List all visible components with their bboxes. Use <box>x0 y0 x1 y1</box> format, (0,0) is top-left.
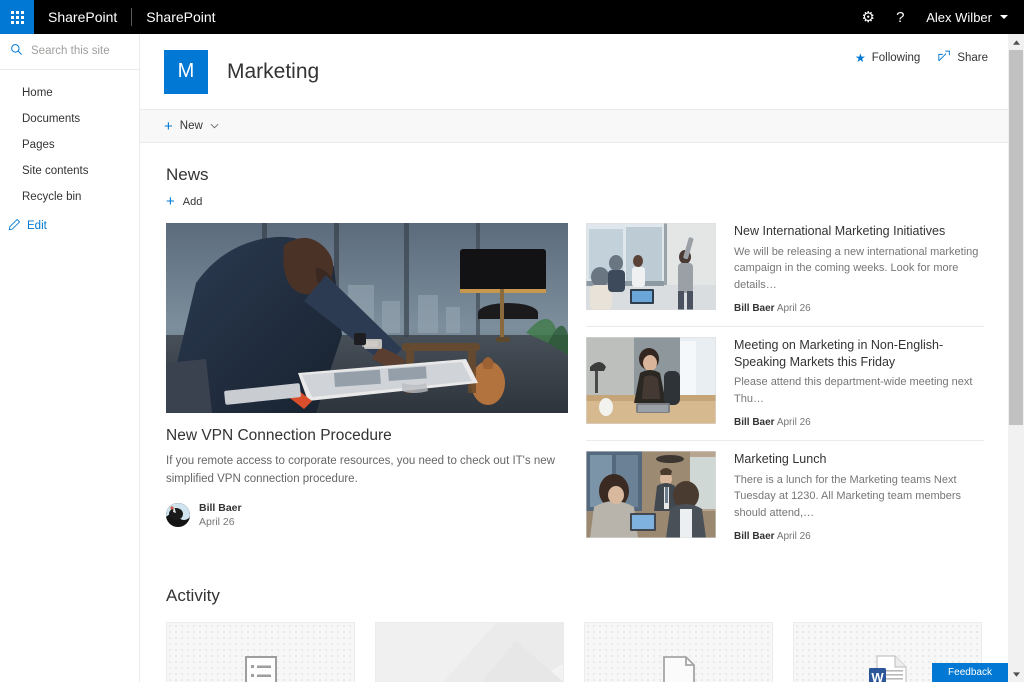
list-document-icon <box>245 656 277 682</box>
pencil-icon <box>8 218 21 234</box>
sharepoint-site-page: SharePoint SharePoint ⚙ ? Alex Wilber Ho… <box>0 0 1024 682</box>
byline-text: Bill Baer April 26 <box>199 501 242 529</box>
activity-tile[interactable] <box>584 622 773 682</box>
site-navigation: Home Documents Pages Site contents Recyc… <box>0 34 140 682</box>
news-section: News + Add <box>166 165 984 554</box>
avatar <box>166 503 190 527</box>
featured-news-title: New VPN Connection Procedure <box>166 427 568 445</box>
news-thumbnail <box>586 337 716 424</box>
activity-section: Activity <box>166 586 984 682</box>
sidebar-item-pages[interactable]: Pages <box>0 132 139 158</box>
svg-text:W: W <box>871 669 884 682</box>
news-item-description: We will be releasing a new international… <box>734 244 984 294</box>
author-name: Bill Baer <box>199 501 242 515</box>
plus-icon: + <box>166 194 175 209</box>
news-item-title: Marketing Lunch <box>734 451 984 468</box>
share-button[interactable]: Share <box>938 50 988 65</box>
site-header-actions: ★ Following Share <box>855 50 988 65</box>
suite-brand-primary[interactable]: SharePoint <box>34 0 131 34</box>
suite-brand-secondary[interactable]: SharePoint <box>132 0 229 34</box>
featured-news-byline: Bill Baer April 26 <box>166 501 568 529</box>
news-item-meta: Bill Baer April 26 <box>734 417 984 428</box>
author-name: Bill Baer <box>734 303 775 314</box>
news-thumbnail <box>586 451 716 538</box>
activity-tile[interactable]: S <box>375 622 564 682</box>
news-item-meta: Bill Baer April 26 <box>734 303 984 314</box>
author-name: Bill Baer <box>734 417 775 428</box>
word-document-icon: W <box>869 655 907 682</box>
feedback-button[interactable]: Feedback <box>932 663 1008 682</box>
news-heading: News <box>166 165 984 185</box>
publish-date: April 26 <box>777 417 811 428</box>
publish-date: April 26 <box>777 303 811 314</box>
add-news-label: Add <box>183 196 203 208</box>
activity-tile[interactable] <box>166 622 355 682</box>
search-box[interactable] <box>0 42 139 70</box>
activity-grid: S <box>166 622 984 682</box>
page-content: News + Add <box>140 143 1008 682</box>
news-thumbnail <box>586 223 716 310</box>
sidebar-item-home[interactable]: Home <box>0 80 139 106</box>
news-item-title: New International Marketing Initiatives <box>734 223 984 240</box>
news-item-meta: Bill Baer April 26 <box>734 531 984 542</box>
news-item-title: Meeting on Marketing in Non-English-Spea… <box>734 337 984 370</box>
featured-news-card[interactable]: New VPN Connection Procedure If you remo… <box>166 223 568 554</box>
author-name: Bill Baer <box>734 531 775 542</box>
scroll-up-arrow[interactable] <box>1008 34 1024 50</box>
new-button[interactable]: + New <box>164 119 219 134</box>
suite-bar: SharePoint SharePoint ⚙ ? Alex Wilber <box>0 0 1024 34</box>
chevron-down-icon <box>1000 15 1008 19</box>
news-grid: New VPN Connection Procedure If you remo… <box>166 223 984 554</box>
search-input[interactable] <box>31 45 131 57</box>
user-menu[interactable]: Alex Wilber <box>916 10 1014 25</box>
add-news-button[interactable]: + Add <box>166 194 984 209</box>
command-bar: + New <box>140 109 1008 143</box>
news-list-item[interactable]: New International Marketing Initiatives … <box>586 223 984 327</box>
app-launcher-button[interactable] <box>0 0 34 34</box>
sidebar-item-documents[interactable]: Documents <box>0 106 139 132</box>
plus-icon: + <box>164 119 173 134</box>
news-item-description: Please attend this department-wide meeti… <box>734 374 984 407</box>
search-icon <box>10 43 23 58</box>
sidebar-item-site-contents[interactable]: Site contents <box>0 158 139 184</box>
blank-page-icon <box>663 656 695 682</box>
page-title: Marketing <box>227 60 319 84</box>
following-button[interactable]: ★ Following <box>855 51 920 65</box>
site-header: M Marketing ★ Following Share <box>140 34 1008 109</box>
page-canvas: M Marketing ★ Following Share + New <box>140 34 1008 682</box>
following-label: Following <box>872 52 921 64</box>
scrollbar-thumb[interactable] <box>1009 50 1023 425</box>
news-list-item[interactable]: Marketing Lunch There is a lunch for the… <box>586 441 984 554</box>
news-list-item[interactable]: Meeting on Marketing in Non-English-Spea… <box>586 327 984 441</box>
chevron-down-icon <box>210 121 219 131</box>
help-icon[interactable]: ? <box>884 0 916 34</box>
new-label: New <box>180 120 203 132</box>
publish-date: April 26 <box>199 515 242 529</box>
activity-heading: Activity <box>166 586 984 606</box>
edit-navigation-button[interactable]: Edit <box>0 210 139 241</box>
featured-news-description: If you remote access to corporate resour… <box>166 453 558 489</box>
edit-label: Edit <box>27 220 47 232</box>
news-item-body: Marketing Lunch There is a lunch for the… <box>734 451 984 542</box>
facet-background <box>376 623 564 682</box>
nav-item-list: Home Documents Pages Site contents Recyc… <box>0 70 139 241</box>
featured-news-image <box>166 223 568 413</box>
news-item-description: There is a lunch for the Marketing teams… <box>734 472 984 522</box>
share-label: Share <box>957 52 988 64</box>
user-name-label: Alex Wilber <box>926 10 992 25</box>
publish-date: April 26 <box>777 531 811 542</box>
suite-bar-actions: ⚙ ? Alex Wilber <box>852 0 1024 34</box>
gear-icon[interactable]: ⚙ <box>852 0 884 34</box>
waffle-icon <box>11 11 24 24</box>
page-scrollbar[interactable] <box>1008 34 1024 682</box>
site-logo[interactable]: M <box>164 50 208 94</box>
sidebar-item-recycle-bin[interactable]: Recycle bin <box>0 184 139 210</box>
news-item-body: Meeting on Marketing in Non-English-Spea… <box>734 337 984 428</box>
star-icon: ★ <box>855 51 866 65</box>
news-item-body: New International Marketing Initiatives … <box>734 223 984 314</box>
news-list: New International Marketing Initiatives … <box>586 223 984 554</box>
scroll-down-arrow[interactable] <box>1008 666 1024 682</box>
share-icon <box>938 50 951 65</box>
